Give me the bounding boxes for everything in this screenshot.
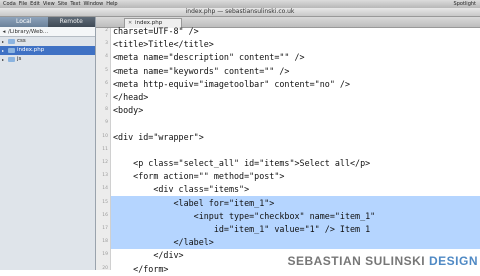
code-area[interactable]: 2 charset=UTF-8" /> 3 <title>Title</title> 4…	[102, 26, 480, 274]
menu-bar: Coda File Edit View Site Text Window Help Spotli…	[0, 0, 480, 8]
code-line[interactable]: 6 <meta http-equiv="imagetoolbar" content…	[105, 77, 480, 91]
line-number: 15	[102, 199, 108, 205]
code-line[interactable]: 3 <title>Title</title>	[105, 37, 480, 51]
code-text: <meta name="description" content="" />	[113, 52, 305, 63]
code-text: <div class="items">	[113, 184, 250, 195]
file-sidebar: Local Remote ◂ /Library/Web... ▸ css ▸ inde…	[0, 17, 96, 270]
branding-watermark: SEBASTIAN SULINSKI DESIGN	[287, 254, 478, 268]
menu-item[interactable]: File	[19, 1, 27, 7]
tab-local[interactable]: Local	[0, 17, 48, 27]
tree-item-label: js	[17, 56, 22, 62]
menu-item[interactable]: Window	[83, 1, 103, 7]
code-line[interactable]: 2 charset=UTF-8" />	[105, 24, 480, 38]
code-text: <body>	[113, 105, 144, 116]
tree-item-label: index.php	[17, 47, 45, 53]
code-text: <input type="checkbox" name="item_1"	[113, 210, 376, 221]
code-text: <meta name="keywords" content="" />	[113, 65, 290, 76]
line-number: 5	[105, 67, 108, 73]
code-line[interactable]: 18 </label>	[102, 235, 480, 250]
code-text: </form>	[113, 263, 169, 274]
code-editor: ✕ index.php 2 charset=UTF-8" /> 3 <title>Ti…	[96, 17, 480, 274]
line-number: 13	[102, 173, 108, 179]
line-number: 14	[102, 186, 108, 192]
code-text: <title>Title</title>	[113, 39, 214, 50]
code-text: </label>	[113, 237, 214, 248]
code-text: <meta http-equiv="imagetoolbar" content=…	[113, 78, 350, 89]
line-number: 19	[102, 252, 108, 258]
window-title: index.php — sebastiansulinski.co.uk	[185, 8, 295, 15]
back-icon[interactable]: ◂	[0, 29, 8, 35]
sidebar-tabs: Local Remote	[0, 17, 95, 27]
menu-item[interactable]: Edit	[30, 1, 40, 7]
folder-icon	[8, 57, 15, 62]
line-number: 11	[102, 146, 108, 152]
code-line[interactable]: 13 <form action="" method="post">	[102, 169, 480, 183]
line-number: 9	[105, 120, 108, 126]
code-text: charset=UTF-8" />	[113, 26, 199, 36]
brand-name: SEBASTIAN SULINSKI	[287, 254, 426, 268]
tree-item[interactable]: ▸ index.php	[0, 46, 95, 55]
menu-item[interactable]: Site	[58, 1, 68, 7]
folder-icon	[8, 39, 15, 44]
code-text: <label for="item_1">	[113, 197, 275, 208]
code-line[interactable]: 16 <input type="checkbox" name="item_1"	[102, 208, 480, 223]
menu-item[interactable]: Coda	[3, 1, 16, 7]
code-line[interactable]: 17 id="item_1" value="1" /> Item 1	[102, 222, 480, 236]
spotlight-label[interactable]: Spotlight	[454, 0, 476, 8]
code-text: <div id="wrapper">	[113, 131, 204, 142]
code-line[interactable]: 4 <meta name="description" content="" />	[105, 50, 480, 64]
brand-design: DESIGN	[428, 254, 478, 268]
line-number: 7	[105, 94, 108, 99]
code-line[interactable]: 12 <p class="select_all" id="items">Sele…	[102, 156, 480, 170]
code-line[interactable]: 9	[105, 116, 480, 130]
folder-icon	[8, 48, 15, 53]
path-text[interactable]: /Library/Web...	[8, 29, 48, 35]
code-text: <form action="" method="post">	[113, 171, 285, 182]
code-line[interactable]: 14 <div class="items">	[102, 182, 480, 196]
line-number: 16	[102, 212, 108, 218]
line-number: 18	[102, 239, 108, 245]
tab-remote[interactable]: Remote	[48, 17, 96, 27]
path-bar: ◂ /Library/Web...	[0, 27, 95, 37]
menu-item[interactable]: Help	[106, 1, 117, 7]
file-tree: ▸ css ▸ index.php ▸ js	[0, 37, 95, 64]
line-number: 2	[105, 28, 108, 33]
line-number: 17	[102, 226, 108, 231]
tree-item-label: css	[17, 38, 26, 44]
line-number: 12	[102, 160, 108, 165]
line-number: 6	[105, 80, 108, 86]
code-line[interactable]: 7 </head>	[105, 90, 480, 104]
tree-item[interactable]: ▸ css	[0, 37, 95, 46]
tree-item[interactable]: ▸ js	[0, 55, 95, 64]
code-line[interactable]: 15 <label for="item_1">	[102, 195, 480, 210]
menu-item[interactable]: View	[43, 1, 55, 7]
line-number: 8	[105, 107, 108, 113]
line-number: 4	[105, 54, 108, 60]
window-titlebar: index.php — sebastiansulinski.co.uk	[0, 8, 480, 24]
code-line[interactable]: 10 <div id="wrapper">	[102, 130, 480, 144]
code-text: </head>	[113, 92, 149, 102]
code-line[interactable]: 11	[102, 143, 480, 157]
code-line[interactable]: 5 <meta name="keywords" content="" />	[105, 64, 480, 78]
code-line[interactable]: 8 <body>	[105, 103, 480, 117]
code-text: </div>	[113, 250, 184, 261]
line-number: 3	[105, 41, 108, 47]
menu-item[interactable]: Text	[70, 1, 80, 7]
line-number: 10	[102, 133, 108, 139]
code-text: id="item_1" value="1" /> Item 1	[113, 224, 371, 234]
code-text: <p class="select_all" id="items">Select …	[113, 158, 371, 168]
line-number: 20	[102, 265, 108, 271]
